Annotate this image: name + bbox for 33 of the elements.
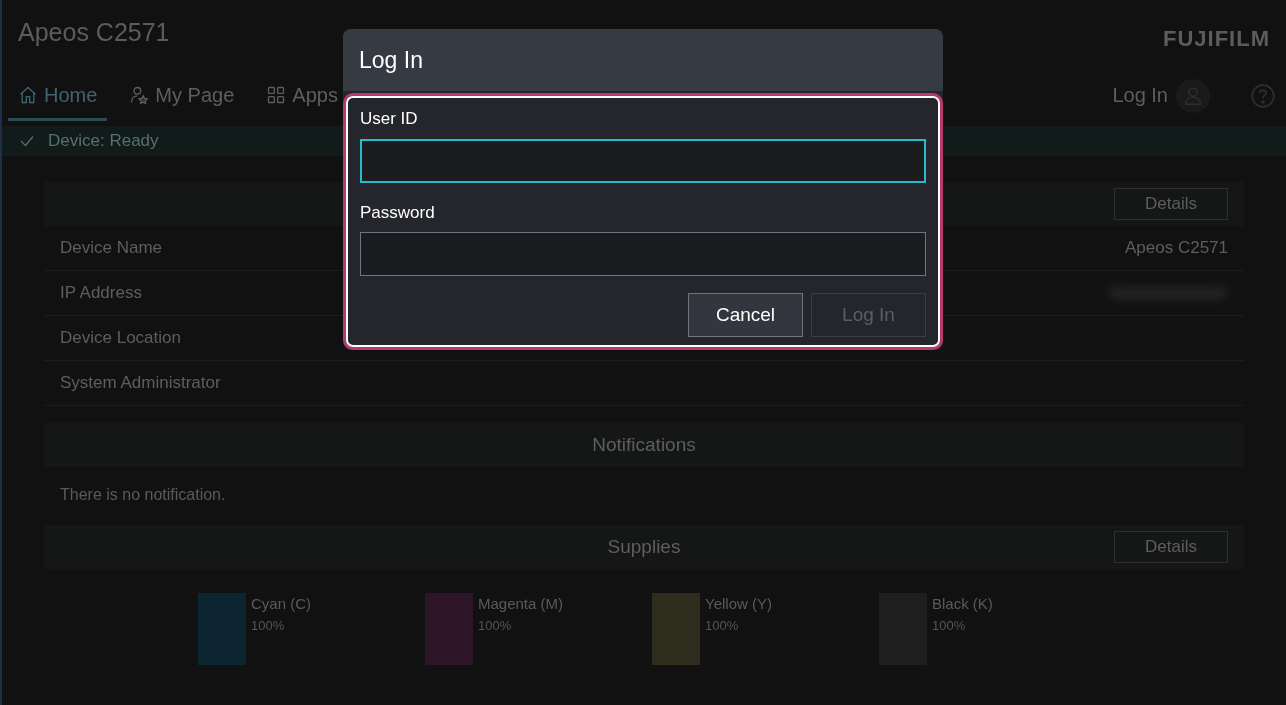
- nav-tab[interactable]: Home: [8, 71, 108, 121]
- field-label: User ID: [360, 108, 419, 130]
- section-title: Supplies: [607, 534, 681, 559]
- supply-name: Yellow (Y): [705, 594, 772, 614]
- user-star-icon: [129, 84, 150, 105]
- supply-level: 100%: [705, 616, 740, 635]
- info-label: Device Location: [60, 327, 181, 350]
- grid-icon: [266, 84, 287, 105]
- dialog-title: Log In: [343, 29, 943, 91]
- input-field[interactable]: [360, 138, 926, 183]
- login-link[interactable]: Log In: [1102, 71, 1178, 121]
- field-label: Password: [360, 201, 436, 224]
- dialog-button[interactable]: Cancel: [688, 293, 803, 337]
- app-title: Apeos C2571: [18, 17, 170, 48]
- supply-level: 100%: [478, 616, 513, 635]
- details-button[interactable]: Details: [1114, 531, 1228, 563]
- nav-tab[interactable]: My Page: [119, 71, 245, 121]
- info-label: Device Name: [60, 237, 163, 260]
- info-label: System Administrator: [60, 372, 221, 395]
- info-value: Apeos C2571: [1124, 237, 1228, 260]
- notification-message: There is no notification.: [59, 485, 227, 505]
- section-header: Notifications: [44, 423, 1244, 467]
- supply-level: 100%: [251, 616, 286, 635]
- logo: FUJIFILM: [1163, 25, 1270, 53]
- input-field[interactable]: [360, 232, 926, 276]
- supply-name: Black (K): [932, 594, 993, 614]
- supply-name: Magenta (M): [478, 594, 564, 614]
- supply-name: Cyan (C): [251, 594, 311, 614]
- home-icon: [18, 84, 38, 105]
- status-text: Device: Ready: [48, 130, 159, 153]
- supply-level: 100%: [932, 616, 967, 635]
- info-label: IP Address: [60, 282, 142, 305]
- details-button[interactable]: Details: [1114, 188, 1228, 220]
